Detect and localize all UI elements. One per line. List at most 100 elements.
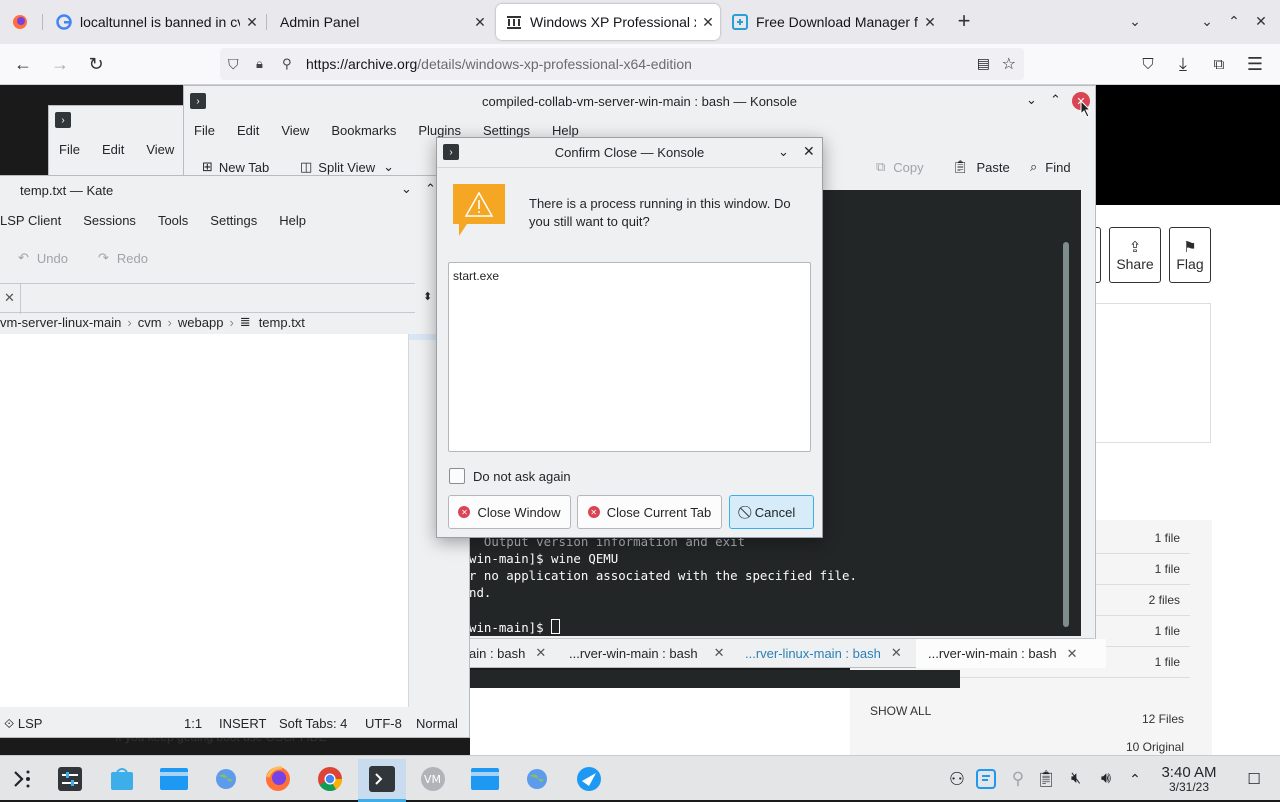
globe-icon[interactable] — [515, 759, 559, 799]
input-mode[interactable]: Normal — [416, 716, 458, 731]
cancel-button[interactable]: ⃠ Cancel — [729, 495, 814, 529]
menu-sessions[interactable]: Sessions — [83, 213, 136, 228]
flag-button[interactable]: ⚑ Flag — [1169, 227, 1211, 283]
undo-button[interactable]: ↶ Undo — [18, 250, 68, 266]
encoding[interactable]: UTF-8 — [365, 716, 402, 731]
text-editor-area[interactable] — [0, 334, 408, 707]
process-item[interactable]: start.exe — [453, 269, 806, 283]
close-tab-icon[interactable]: ✕ — [891, 645, 902, 661]
forward-icon[interactable]: → — [45, 50, 75, 78]
breadcrumb-item[interactable]: temp.txt — [259, 315, 305, 330]
reader-view-icon[interactable]: ▤ — [977, 55, 990, 72]
process-list[interactable]: start.exe — [448, 262, 811, 452]
firefox-view-button[interactable] — [0, 4, 40, 40]
copy-button[interactable]: ⧉ Copy — [876, 159, 924, 175]
menu-file[interactable]: File — [59, 142, 80, 157]
konsole-tab[interactable]: ...rver-linux-main : bash ✕ — [745, 639, 902, 667]
checkbox-box[interactable] — [449, 468, 465, 484]
redo-button[interactable]: ↷ Redo — [98, 250, 148, 266]
menu-bookmarks[interactable]: Bookmarks — [331, 123, 396, 138]
folder-icon[interactable] — [463, 759, 507, 799]
indentation-setting[interactable]: Soft Tabs: 4 — [279, 716, 347, 731]
cursor-position[interactable]: 1:1 — [184, 716, 202, 731]
new-tab-button[interactable]: + — [949, 7, 979, 35]
close-tab-icon[interactable]: ✕ — [918, 14, 942, 31]
close-icon[interactable]: ✕ — [803, 143, 815, 160]
breadcrumb-item[interactable]: webapp — [178, 315, 224, 330]
close-window-button[interactable]: ✕ Close Window — [448, 495, 571, 529]
minimize-icon[interactable]: ⌄ — [1026, 92, 1037, 108]
show-hidden-icons[interactable]: ⌃ — [1113, 759, 1157, 799]
konsole-tab[interactable]: ...rver-win-main : bash ✕ — [569, 639, 725, 667]
paste-button[interactable]: 📋︎ Paste — [952, 159, 1010, 175]
close-tab-icon[interactable]: ✕ — [468, 14, 492, 31]
browser-tab-active[interactable]: Windows XP Professional x64 ✕ — [496, 4, 720, 40]
pin-icon[interactable]: ⬍ — [423, 290, 432, 303]
network-globe-icon[interactable] — [204, 759, 248, 799]
menu-file[interactable]: File — [194, 123, 215, 138]
menu-tools[interactable]: Tools — [158, 213, 188, 228]
browser-tab[interactable]: Free Download Manager for ✕ — [722, 4, 942, 40]
close-tab-icon[interactable]: ✕ — [535, 645, 546, 661]
dialog-titlebar[interactable]: › Confirm Close — Konsole ⌄ ✕ — [437, 138, 822, 168]
menu-lsp-client[interactable]: LSP Client — [0, 213, 61, 228]
url-bar[interactable]: ⛉ 🔒︎ ⚲ https://archive.org/details/windo… — [220, 48, 1024, 80]
close-current-tab-button[interactable]: ✕ Close Current Tab — [577, 495, 722, 529]
menu-help[interactable]: Help — [279, 213, 306, 228]
show-desktop-icon[interactable]: ☐ — [1232, 759, 1276, 799]
application-launcher-icon[interactable] — [0, 759, 44, 799]
breadcrumb-item[interactable]: vm-server-linux-main — [0, 315, 121, 330]
pocket-icon[interactable]: ⛉ — [1133, 50, 1163, 78]
close-tab-icon[interactable]: ✕ — [696, 14, 720, 31]
minimize-icon[interactable]: ⌄ — [778, 144, 789, 160]
terminal-scrollbar[interactable] — [1063, 242, 1069, 627]
find-button[interactable]: ⌕ Find — [1030, 159, 1071, 175]
virt-manager-icon[interactable]: VM — [411, 759, 455, 799]
downloads-icon[interactable]: ⤓ — [1168, 50, 1198, 78]
extensions-icon[interactable]: ⧉ — [1204, 50, 1234, 78]
konsole-tab[interactable]: ain : bash ✕ — [469, 639, 546, 667]
menu-icon[interactable]: ☰ — [1240, 50, 1270, 78]
konsole-task-icon[interactable] — [358, 759, 406, 802]
menu-view[interactable]: View — [146, 142, 174, 157]
menu-view[interactable]: View — [281, 123, 309, 138]
back-icon[interactable]: ← — [8, 50, 38, 78]
reload-icon[interactable]: ↻ — [81, 50, 111, 78]
close-tab-icon[interactable]: ✕ — [4, 290, 15, 306]
maximize-icon[interactable]: ⌃ — [1050, 92, 1061, 108]
close-tab-icon[interactable]: ✕ — [240, 14, 264, 31]
maximize-icon[interactable]: ⌃ — [425, 181, 436, 197]
maximize-icon[interactable]: ⌃ — [1219, 7, 1249, 35]
system-settings-icon[interactable] — [48, 759, 92, 799]
menu-settings[interactable]: Settings — [483, 123, 530, 138]
menu-settings[interactable]: Settings — [210, 213, 257, 228]
konsole-tab-active[interactable]: ...rver-win-main : bash ✕ — [916, 639, 1106, 668]
insert-mode[interactable]: INSERT — [219, 716, 266, 731]
close-tab-icon[interactable]: ✕ — [1067, 646, 1078, 662]
menu-edit[interactable]: Edit — [102, 142, 124, 157]
new-tab-button[interactable]: ⊞ New Tab — [202, 159, 269, 175]
browser-tab[interactable]: localtunnel is banned in cvm ✕ — [46, 4, 264, 40]
close-window-icon[interactable]: ✕ — [1246, 7, 1276, 35]
minimize-icon[interactable]: ⌄ — [1192, 7, 1222, 35]
firefox-icon[interactable] — [256, 759, 300, 799]
show-all-link[interactable]: SHOW ALL — [870, 704, 931, 718]
menu-help[interactable]: Help — [552, 123, 579, 138]
menu-plugins[interactable]: Plugins — [418, 123, 461, 138]
browser-tab[interactable]: Admin Panel ✕ — [270, 4, 492, 40]
share-button[interactable]: ⇪ Share — [1109, 227, 1161, 283]
menu-edit[interactable]: Edit — [237, 123, 259, 138]
lsp-status[interactable]: ⟐ LSP — [4, 716, 42, 732]
file-manager-icon[interactable] — [152, 759, 196, 799]
remote-desktop-icon[interactable] — [567, 759, 611, 799]
close-tab-icon[interactable]: ✕ — [714, 645, 725, 661]
digital-clock[interactable]: 3:40 AM 3/31/23 — [1152, 765, 1226, 795]
breadcrumb-item[interactable]: cvm — [138, 315, 162, 330]
discover-icon[interactable] — [100, 759, 144, 799]
bookmark-star-icon[interactable]: ☆ — [1002, 54, 1016, 74]
split-view-button[interactable]: ◫ Split View ⌄ — [300, 159, 394, 175]
konsole-titlebar[interactable]: › compiled-collab-vm-server-win-main : b… — [184, 86, 1095, 116]
do-not-ask-checkbox[interactable]: Do not ask again — [449, 468, 571, 484]
minimize-icon[interactable]: ⌄ — [401, 181, 412, 197]
list-all-tabs-icon[interactable]: ⌄ — [1120, 7, 1150, 35]
